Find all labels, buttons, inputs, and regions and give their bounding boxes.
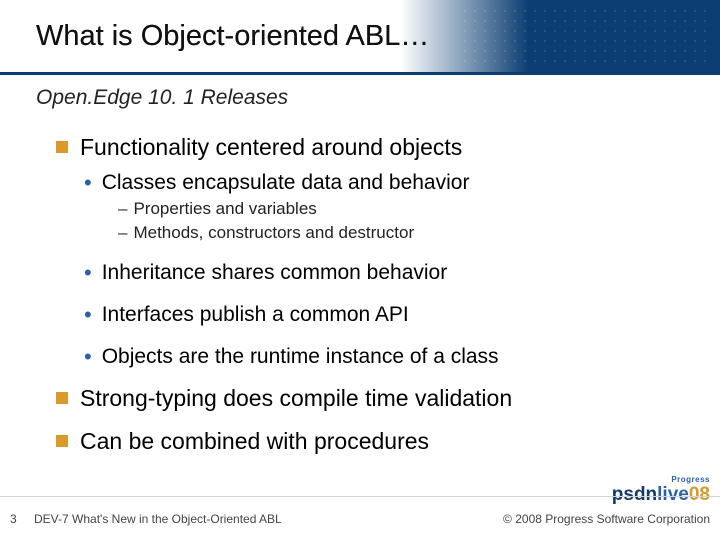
bullet-text: Interfaces publish a common API [102,303,409,327]
footer-title: DEV-7 What's New in the Object-Oriented … [34,512,282,526]
slide-subtitle: Open.Edge 10. 1 Releases [36,86,288,110]
bullet-level3: – Methods, constructors and destructor [118,223,690,243]
dot-bullet-icon: • [84,304,92,326]
square-bullet-icon [56,141,68,153]
bullet-level3: – Properties and variables [118,199,690,219]
title-underline [0,72,720,75]
title-band: What is Object-oriented ABL… [0,0,720,72]
square-bullet-icon [56,392,68,404]
bullet-level2: • Interfaces publish a common API [84,303,690,327]
logo-top-text: Progress [671,475,710,484]
bullet-level1: Functionality centered around objects [56,134,690,161]
page-number: 3 [10,512,17,526]
slide-content: Functionality centered around objects • … [56,124,690,459]
bullet-level2: • Classes encapsulate data and behavior [84,171,690,195]
slide-footer: 3 DEV-7 What's New in the Object-Oriente… [0,496,720,540]
title-gradient [400,0,720,72]
bullet-text: Can be combined with procedures [80,428,429,455]
bullet-text: Properties and variables [133,199,316,219]
bullet-level1: Can be combined with procedures [56,428,690,455]
title-dot-pattern [460,6,712,66]
bullet-text: Strong-typing does compile time validati… [80,385,512,412]
dot-bullet-icon: • [84,346,92,368]
footer-copyright: © 2008 Progress Software Corporation [503,512,710,526]
bullet-level2: • Objects are the runtime instance of a … [84,345,690,369]
bullet-text: Functionality centered around objects [80,134,462,161]
bullet-text: Classes encapsulate data and behavior [102,171,470,195]
dash-bullet-icon: – [118,223,127,243]
dash-bullet-icon: – [118,199,127,219]
bullet-text: Inheritance shares common behavior [102,261,448,285]
bullet-text: Methods, constructors and destructor [133,223,414,243]
bullet-level1: Strong-typing does compile time validati… [56,385,690,412]
bullet-text: Objects are the runtime instance of a cl… [102,345,499,369]
slide-title: What is Object-oriented ABL… [36,20,429,53]
slide: What is Object-oriented ABL… Open.Edge 1… [0,0,720,540]
square-bullet-icon [56,435,68,447]
bullet-level2: • Inheritance shares common behavior [84,261,690,285]
dot-bullet-icon: • [84,262,92,284]
dot-bullet-icon: • [84,172,92,194]
